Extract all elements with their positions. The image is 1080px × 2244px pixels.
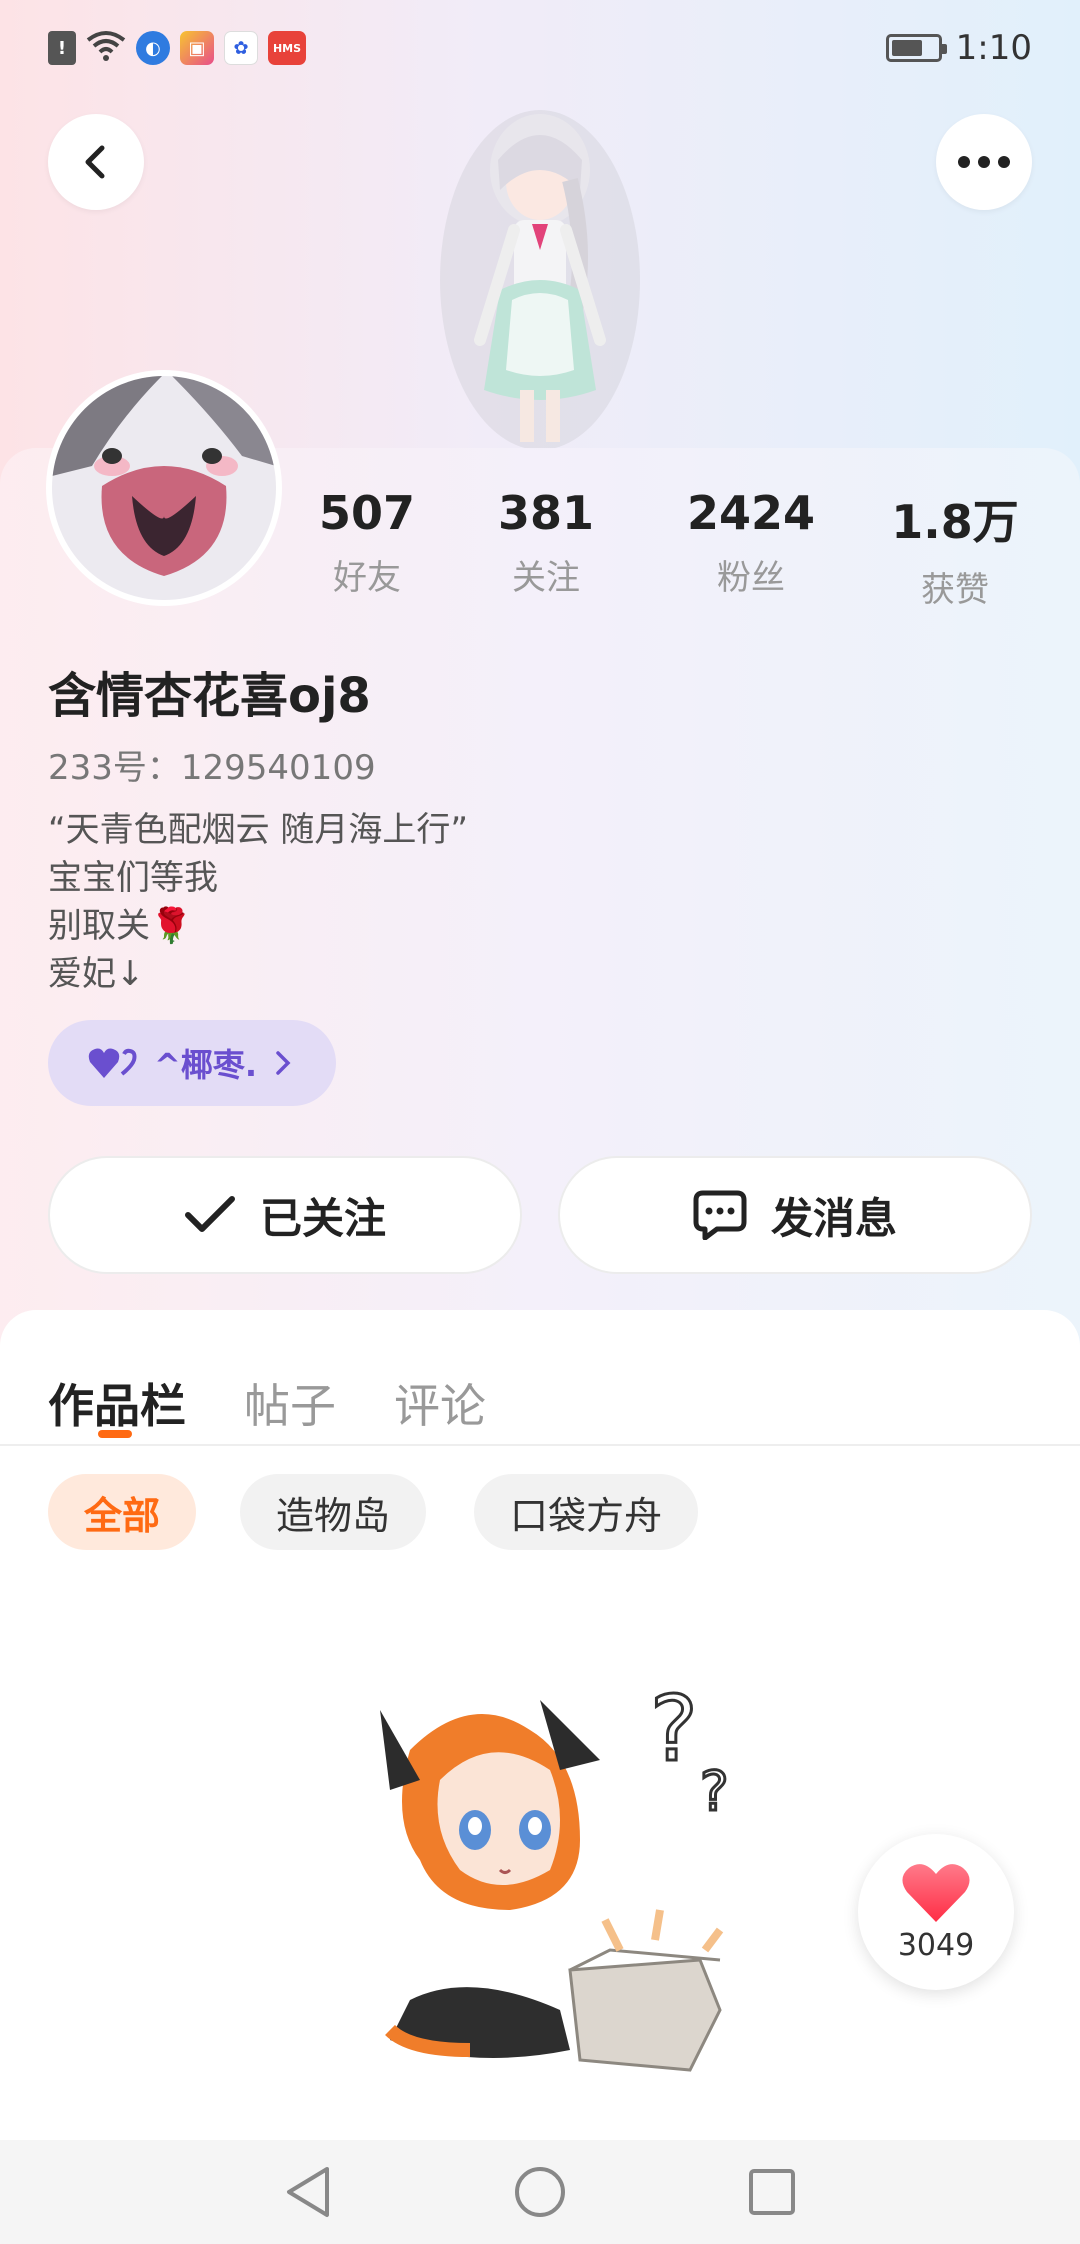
stat-label: 获赞 (921, 570, 989, 610)
tag-label: ^椰枣. (154, 1046, 257, 1084)
message-label: 发消息 (770, 1193, 897, 1243)
tab-bar: 作品栏 帖子 评论 (0, 1340, 1080, 1440)
chevron-right-icon (276, 1051, 291, 1075)
profile-stats: 507 好友 381 关注 2424 粉丝 1.8万 获赞 (300, 486, 1060, 610)
tab-posts[interactable]: 帖子 (244, 1370, 336, 1436)
bio: “天青色配烟云 随月海上行” 宝宝们等我 别取关🌹 爱妃↓ (48, 806, 468, 998)
app-icon: ▣ (180, 31, 214, 65)
tab-works[interactable]: 作品栏 (48, 1370, 186, 1436)
stat-value: 507 (318, 486, 416, 540)
bio-line: 宝宝们等我 (48, 858, 218, 898)
home-circle-icon[interactable] (513, 2165, 567, 2219)
hearts-icon (88, 1048, 137, 1078)
stat-label: 粉丝 (717, 558, 785, 598)
user-id: 233号：129540109 (48, 748, 376, 788)
following-button[interactable]: 已关注 (48, 1156, 522, 1274)
heart-icon (902, 1863, 970, 1922)
header-character-illustration (420, 100, 660, 450)
message-button[interactable]: 发消息 (558, 1156, 1032, 1274)
wifi-icon (86, 30, 126, 66)
content-sheet: 作品栏 帖子 评论 全部 造物岛 口袋方舟 ? ? (0, 1310, 1080, 2244)
avatar[interactable] (46, 370, 282, 606)
stat-value: 381 (497, 486, 595, 540)
recents-square-icon[interactable] (747, 2167, 797, 2217)
stat-label: 关注 (512, 558, 580, 598)
relationship-tag[interactable]: ^椰枣. (48, 1020, 336, 1106)
stat-label: 好友 (333, 558, 401, 598)
tab-comments[interactable]: 评论 (394, 1370, 486, 1436)
like-count: 3049 (897, 1927, 975, 1963)
bio-line: 别取关🌹 (48, 906, 193, 946)
empty-state-illustration: ? ? (350, 1670, 770, 2090)
more-button[interactable] (936, 114, 1032, 210)
chat-icon (693, 1190, 747, 1240)
status-right: 1:10 (885, 28, 1032, 68)
browser-icon: ◐ (136, 31, 170, 65)
stat-friends[interactable]: 507 好友 (277, 486, 457, 599)
profile-screen: ! ◐ ▣ ✿ HMS 1:10 507 好友 381 关注 2424 粉丝 1… (0, 0, 1080, 2244)
hms-icon: HMS (268, 31, 306, 65)
battery-icon (885, 34, 947, 62)
filter-chip-pocket-ark[interactable]: 口袋方舟 (474, 1474, 699, 1550)
stat-value: 2424 (686, 486, 816, 540)
bio-line: 爱妃↓ (48, 954, 145, 994)
divider (0, 1444, 1080, 1446)
tab-indicator (98, 1430, 132, 1438)
back-button[interactable] (48, 114, 144, 210)
more-icon (958, 156, 1010, 168)
username: 含情杏花喜oj8 (48, 668, 371, 724)
chevron-left-icon (85, 145, 105, 179)
following-label: 已关注 (259, 1193, 386, 1243)
system-nav-bar (0, 2140, 1080, 2244)
stat-likes[interactable]: 1.8万 获赞 (865, 486, 1045, 611)
alert-icon: ! (48, 31, 76, 65)
like-button[interactable]: 3049 (858, 1834, 1014, 1990)
stat-following[interactable]: 381 关注 (456, 486, 636, 599)
filter-chip-all[interactable]: 全部 (48, 1474, 197, 1550)
baidu-icon: ✿ (224, 31, 258, 65)
status-bar: ! ◐ ▣ ✿ HMS 1:10 (0, 0, 1080, 96)
stat-value: 1.8万 (891, 495, 1019, 549)
svg-text:?: ? (700, 1760, 729, 1823)
filter-chip-creation-island[interactable]: 造物岛 (240, 1474, 427, 1550)
back-triangle-icon[interactable] (283, 2165, 333, 2219)
stat-fans[interactable]: 2424 粉丝 (661, 486, 841, 599)
check-icon (184, 1196, 235, 1232)
clock: 1:10 (955, 28, 1032, 68)
svg-text:?: ? (650, 1677, 698, 1782)
bio-line: “天青色配烟云 随月海上行” (48, 810, 469, 850)
status-icons: ! ◐ ▣ ✿ HMS (48, 30, 306, 66)
